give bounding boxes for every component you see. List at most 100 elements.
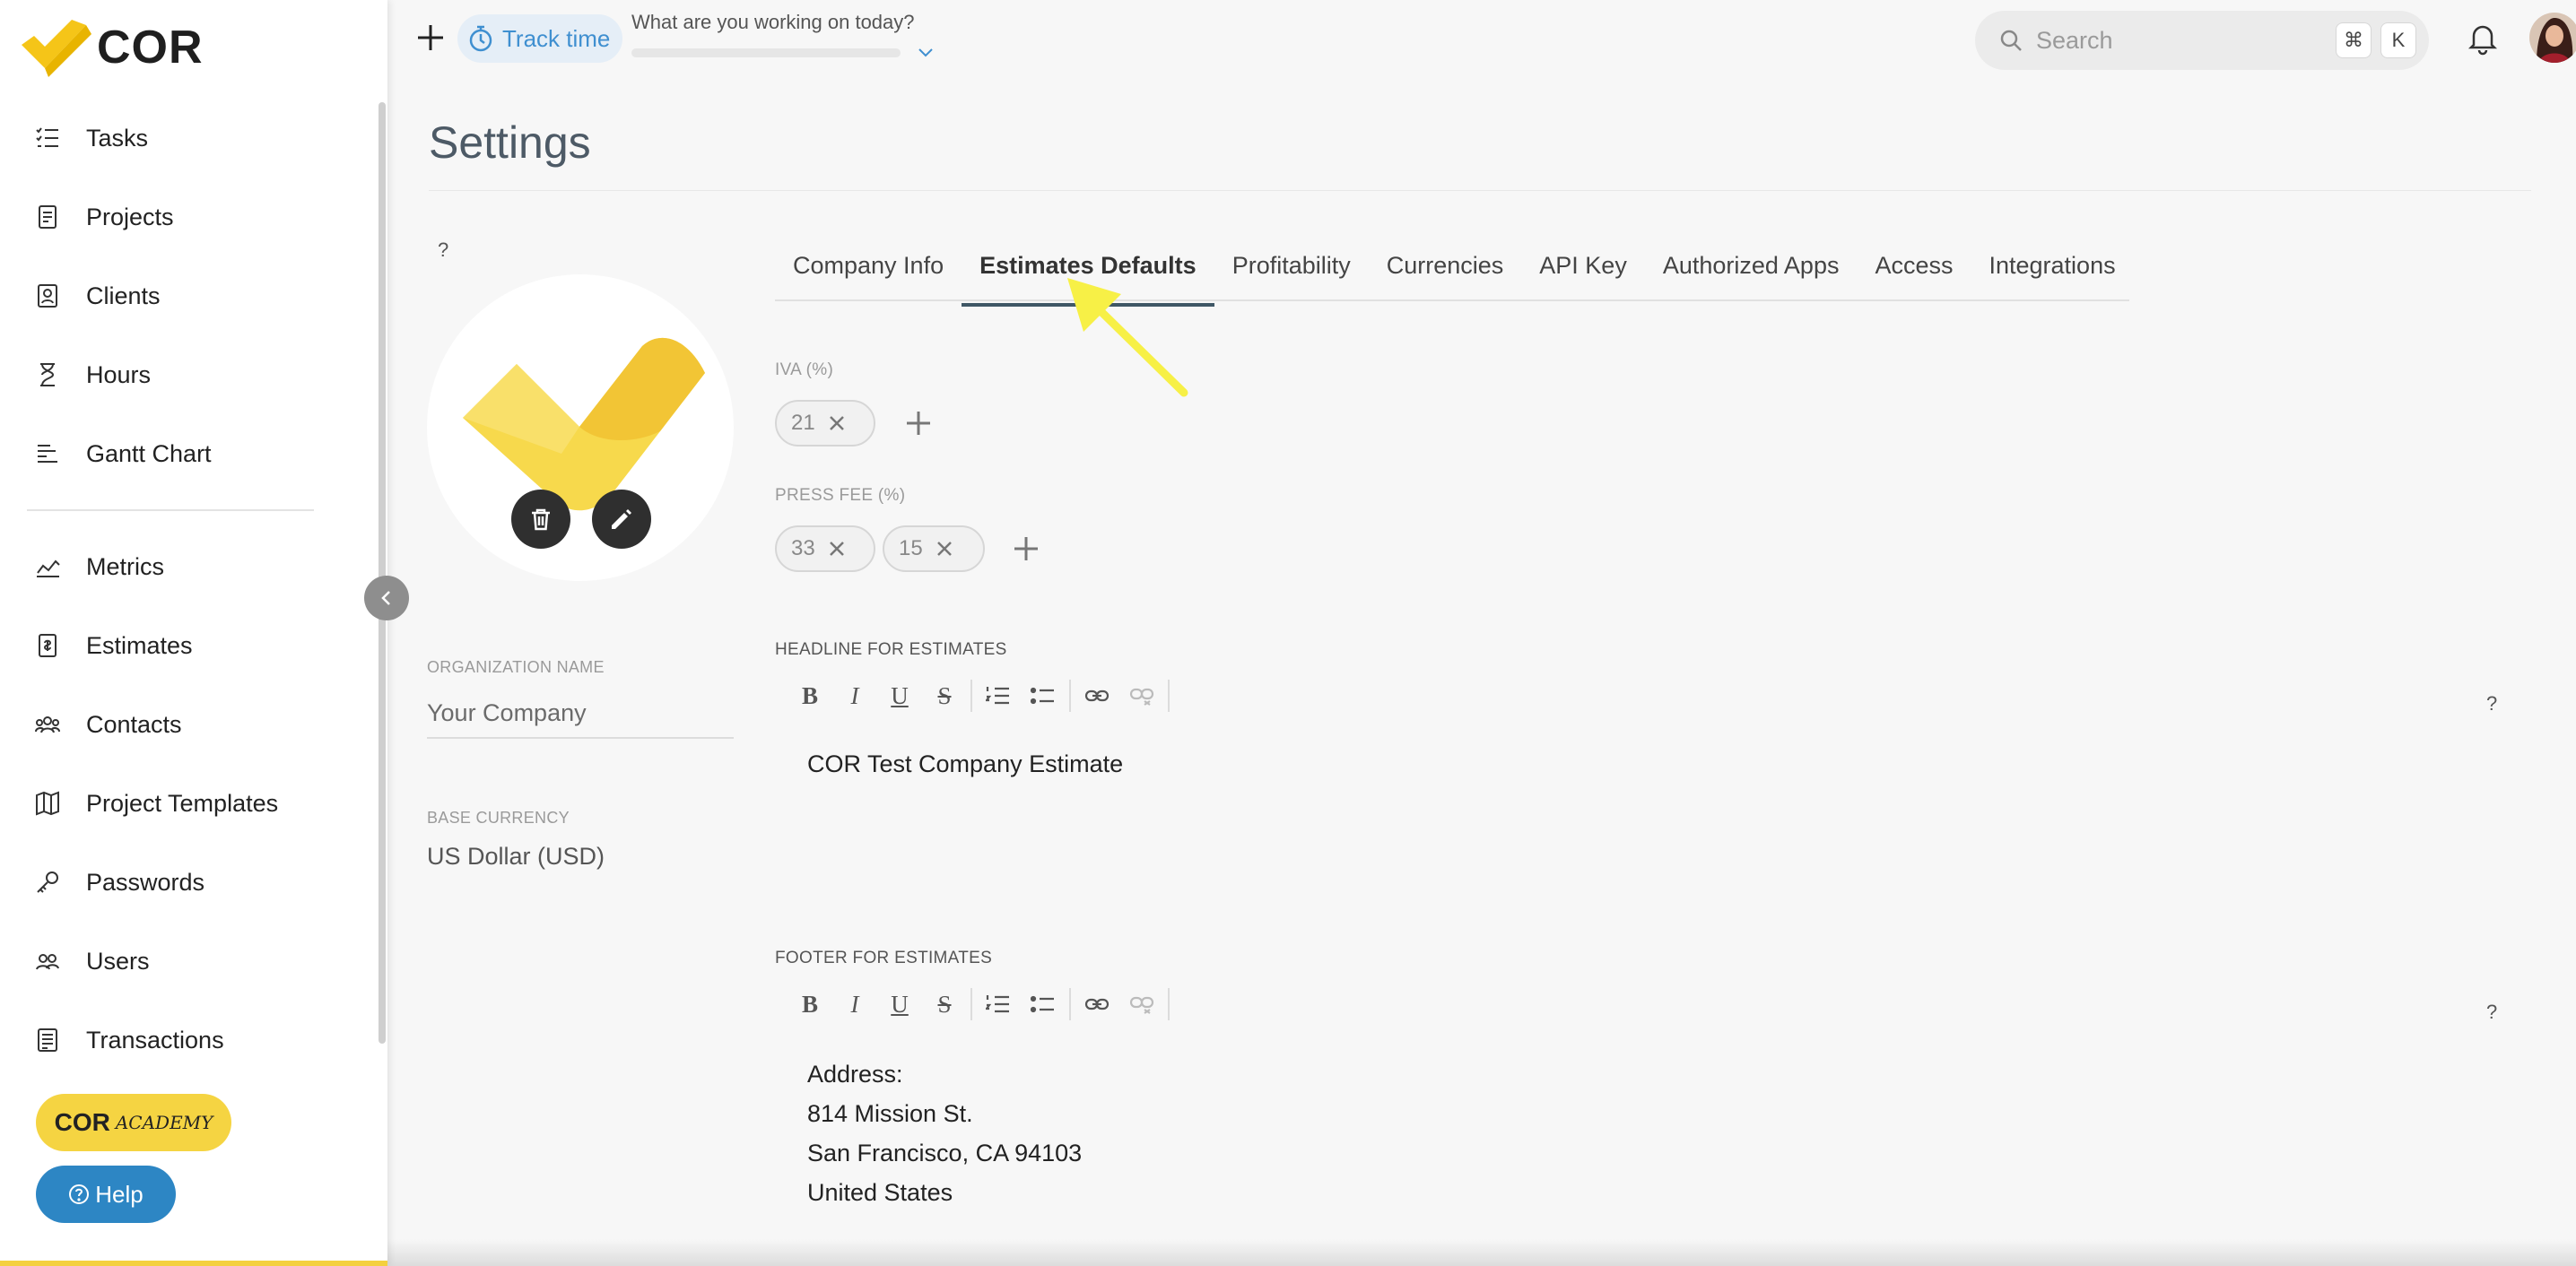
tab-currencies[interactable]: Currencies — [1369, 252, 1522, 299]
iva-label: IVA (%) — [775, 360, 834, 379]
tab-access[interactable]: Access — [1857, 252, 1971, 299]
cor-logo-large-icon — [463, 337, 705, 511]
top-bar: Track time What are you working on today… — [387, 0, 2576, 77]
underline-button[interactable]: U — [877, 982, 922, 1027]
headline-label: HEADLINE FOR ESTIMATES — [775, 640, 1007, 659]
sidebar-item-clients[interactable]: Clients — [0, 256, 377, 335]
help-button[interactable]: Help — [36, 1166, 176, 1223]
transactions-icon — [32, 1025, 63, 1055]
question-circle-icon — [68, 1184, 90, 1205]
close-icon[interactable] — [828, 414, 846, 432]
metrics-icon — [32, 551, 63, 582]
map-icon — [32, 788, 63, 819]
tab-profitability[interactable]: Profitability — [1214, 252, 1369, 299]
sidebar-item-projects[interactable]: Projects — [0, 178, 377, 256]
italic-button[interactable]: I — [832, 673, 877, 718]
ordered-list-icon[interactable] — [976, 982, 1021, 1027]
base-currency-label: BASE CURRENCY — [427, 809, 570, 827]
bullet-list-icon[interactable] — [1021, 982, 1066, 1027]
cor-logo-icon — [20, 18, 93, 77]
cor-academy-button[interactable]: COR ACADEMY — [36, 1094, 231, 1151]
unlink-icon[interactable] — [1119, 673, 1164, 718]
tab-api-key[interactable]: API Key — [1521, 252, 1645, 299]
press-fee-chip: 15 — [883, 525, 985, 572]
underline-button[interactable]: U — [877, 673, 922, 718]
track-time-label: Track time — [502, 24, 611, 52]
strikethrough-button[interactable]: S — [922, 982, 967, 1027]
quick-add-button[interactable] — [411, 18, 450, 57]
ordered-list-icon[interactable] — [976, 673, 1021, 718]
chevron-down-icon[interactable] — [917, 47, 935, 64]
estimates-icon — [32, 630, 63, 661]
sidebar-item-transactions[interactable]: Transactions — [0, 1001, 377, 1080]
sidebar-item-contacts[interactable]: Contacts — [0, 685, 377, 764]
pencil-icon — [608, 506, 635, 533]
press-fee-chip: 33 — [775, 525, 875, 572]
bold-button[interactable]: B — [788, 982, 832, 1027]
sidebar-item-estimates[interactable]: Estimates — [0, 606, 377, 685]
close-icon[interactable] — [828, 540, 846, 558]
add-press-fee-button[interactable] — [1008, 531, 1044, 567]
close-icon[interactable] — [936, 540, 953, 558]
tab-authorized-apps[interactable]: Authorized Apps — [1645, 252, 1858, 299]
sidebar-item-tasks[interactable]: Tasks — [0, 99, 377, 178]
bold-button[interactable]: B — [788, 673, 832, 718]
headline-editor[interactable]: COR Test Company Estimate — [807, 744, 1123, 784]
headline-help-icon[interactable]: ? — [2486, 692, 2497, 715]
bottom-fade — [387, 1239, 2576, 1266]
bullet-list-icon[interactable] — [1021, 673, 1066, 718]
press-fee-label: PRESS FEE (%) — [775, 486, 906, 505]
search-placeholder: Search — [2036, 26, 2113, 54]
search-bar[interactable]: Search ⌘ K — [1975, 11, 2429, 70]
sidebar-item-label: Transactions — [86, 1026, 224, 1054]
sidebar-item-label: Clients — [86, 282, 161, 309]
org-name-input[interactable]: Your Company — [427, 699, 587, 727]
user-avatar[interactable] — [2529, 13, 2576, 63]
bell-icon[interactable] — [2465, 20, 2501, 56]
plus-icon — [414, 22, 447, 54]
chip-value: 15 — [899, 536, 923, 560]
base-currency-select[interactable]: US Dollar (USD) — [427, 843, 605, 871]
tab-integrations[interactable]: Integrations — [1971, 252, 2134, 299]
org-help-icon[interactable]: ? — [438, 238, 448, 262]
contacts-icon — [32, 709, 63, 740]
collapse-sidebar-button[interactable] — [364, 576, 409, 620]
trash-icon — [527, 506, 554, 533]
toolbar-separator — [1168, 988, 1170, 1020]
academy-sub-label: ACADEMY — [115, 1112, 213, 1133]
footer-help-icon[interactable]: ? — [2486, 1001, 2497, 1024]
org-name-underline — [427, 737, 734, 739]
sidebar-item-label: Projects — [86, 203, 174, 230]
stopwatch-icon — [466, 24, 495, 53]
search-icon — [1998, 28, 2023, 53]
add-iva-button[interactable] — [901, 405, 936, 441]
clients-icon — [32, 281, 63, 311]
italic-button[interactable]: I — [832, 982, 877, 1027]
footer-editor[interactable]: Address: 814 Mission St. San Francisco, … — [807, 1054, 1082, 1212]
track-time-button[interactable]: Track time — [457, 14, 623, 63]
footer-label: FOOTER FOR ESTIMATES — [775, 949, 993, 967]
org-name-label: ORGANIZATION NAME — [427, 658, 605, 676]
brand-logo[interactable]: COR — [20, 16, 204, 79]
help-label: Help — [95, 1180, 144, 1208]
tab-company-info[interactable]: Company Info — [775, 252, 962, 299]
users-icon — [32, 946, 63, 976]
hourglass-icon — [32, 360, 63, 390]
sidebar-item-metrics[interactable]: Metrics — [0, 527, 377, 606]
sidebar-item-project-templates[interactable]: Project Templates — [0, 764, 377, 843]
edit-logo-button[interactable] — [592, 490, 651, 549]
unlink-icon[interactable] — [1119, 982, 1164, 1027]
footer-toolbar: B I U S — [788, 979, 1173, 1029]
link-icon[interactable] — [1075, 673, 1119, 718]
sidebar-item-hours[interactable]: Hours — [0, 335, 377, 414]
sidebar-item-label: Contacts — [86, 710, 182, 738]
sidebar-item-gantt-chart[interactable]: Gantt Chart — [0, 414, 377, 493]
delete-logo-button[interactable] — [511, 490, 570, 549]
strikethrough-button[interactable]: S — [922, 673, 967, 718]
sidebar-item-users[interactable]: Users — [0, 922, 377, 1001]
link-icon[interactable] — [1075, 982, 1119, 1027]
sidebar-item-passwords[interactable]: Passwords — [0, 843, 377, 922]
sidebar-scrollbar[interactable] — [379, 102, 386, 1044]
working-on-selector[interactable]: What are you working on today? — [631, 11, 936, 57]
projects-icon — [32, 202, 63, 232]
